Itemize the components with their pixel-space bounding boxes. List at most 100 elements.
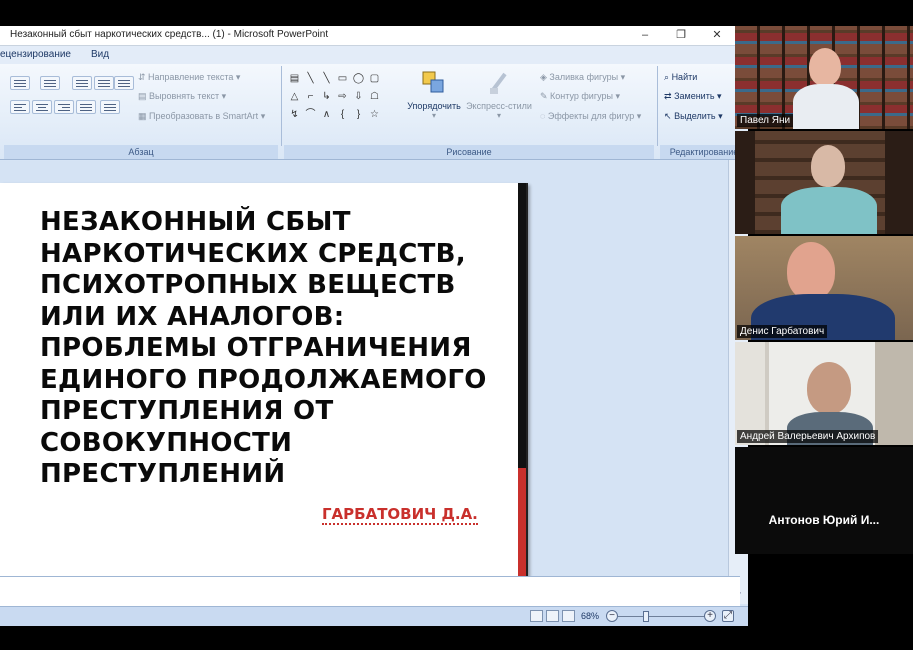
slide-editing-area[interactable]: НЕЗАКОННЫЙ СБЫТ НАРКОТИЧЕСКИХ СРЕДСТВ, П…: [0, 161, 740, 587]
zoom-out-icon[interactable]: −: [606, 610, 618, 622]
shape-outline-label: Контур фигуры: [550, 91, 613, 101]
quick-styles-label: Экспресс-стили: [466, 101, 532, 111]
participant-tile[interactable]: [735, 131, 913, 234]
shape-outline-button[interactable]: ✎ Контур фигуры ▾: [540, 91, 620, 102]
cursor-icon: ↖: [664, 111, 672, 121]
slide-title-line: НЕЗАКОННЫЙ СБЫТ: [40, 207, 351, 237]
line-spacing-button[interactable]: [114, 76, 134, 90]
select-label: Выделить: [674, 111, 716, 121]
line-shape-icon[interactable]: ╲: [320, 72, 333, 85]
zoom-slider[interactable]: [618, 616, 706, 617]
restore-button[interactable]: ❐: [670, 27, 692, 44]
participant-tile[interactable]: Андрей Валерьевич Архипов: [735, 342, 913, 445]
align-text-button[interactable]: ▤ Выровнять текст ▾: [138, 91, 226, 102]
powerpoint-window: Незаконный сбыт наркотических средств...…: [0, 26, 748, 626]
increase-indent-button[interactable]: [94, 76, 114, 90]
oval-shape-icon[interactable]: ◯: [352, 72, 365, 85]
connector-shape-icon[interactable]: ↳: [320, 90, 333, 103]
bullets-button[interactable]: [10, 76, 30, 90]
slide-canvas[interactable]: НЕЗАКОННЫЙ СБЫТ НАРКОТИЧЕСКИХ СРЕДСТВ, П…: [0, 183, 528, 587]
slide-title-line: ПРЕСТУПЛЕНИЯ ОТ: [40, 396, 334, 426]
slide-title-line: СОВОКУПНОСТИ: [40, 427, 293, 458]
freeform-shape-icon[interactable]: ∧: [320, 108, 333, 121]
smartart-label: Преобразовать в SmartArt: [149, 111, 259, 121]
rounded-rect-shape-icon[interactable]: ▢: [368, 72, 381, 85]
shape-fill-button[interactable]: ◈ Заливка фигуры ▾: [540, 72, 625, 83]
participant-tile[interactable]: Денис Гарбатович: [735, 236, 913, 340]
line-shape-icon[interactable]: ╲: [304, 72, 317, 85]
columns-button[interactable]: [100, 100, 120, 114]
callout-shape-icon[interactable]: ☖: [368, 90, 381, 103]
replace-label: Заменить: [674, 91, 715, 101]
arrange-label: Упорядочить: [407, 101, 461, 111]
text-direction-label: Направление текста: [148, 72, 234, 82]
rectangle-shape-icon[interactable]: ▭: [336, 72, 349, 85]
convert-smartart-button[interactable]: ▦ Преобразовать в SmartArt ▾: [138, 111, 265, 122]
star-shape-icon[interactable]: ☆: [368, 108, 381, 121]
zoom-slider-thumb[interactable]: [643, 611, 650, 622]
close-button[interactable]: ✕: [706, 27, 728, 44]
decrease-indent-button[interactable]: [72, 76, 92, 90]
slide-show-icon[interactable]: [562, 610, 575, 622]
align-left-button[interactable]: [10, 100, 30, 114]
numbering-button[interactable]: [40, 76, 60, 90]
slide-title-line: ПСИХОТРОПНЫХ ВЕЩЕСТВ: [40, 270, 456, 300]
slide-accent-red: [518, 468, 526, 587]
triangle-shape-icon[interactable]: △: [288, 90, 301, 103]
participants-panel: Павел Яни Денис Гарбатович Андрей Валерь…: [735, 26, 913, 554]
slide-accent-black: [518, 183, 526, 468]
down-arrow-shape-icon[interactable]: ⇩: [352, 90, 365, 103]
find-button[interactable]: ⌕ Найти: [664, 72, 697, 83]
slide-title-line: ПРЕСТУПЛЕНИЙ: [40, 459, 286, 489]
binoculars-icon: ⌕: [664, 72, 670, 82]
ribbon-separator: [657, 66, 658, 146]
slide-title-line: НАРКОТИЧЕСКИХ СРЕДСТВ,: [40, 238, 466, 269]
curve-shape-icon[interactable]: ⌒: [304, 108, 317, 121]
align-right-button[interactable]: [54, 100, 74, 114]
tab-view[interactable]: Вид: [91, 49, 109, 60]
justify-button[interactable]: [76, 100, 96, 114]
chevron-down-icon: ▾: [431, 111, 436, 120]
tab-review[interactable]: ецензирование: [0, 49, 71, 60]
slide-sorter-icon[interactable]: [546, 610, 559, 622]
zoom-level[interactable]: 68%: [581, 611, 599, 621]
arrange-button[interactable]: Упорядочить ▾: [404, 70, 464, 136]
replace-button[interactable]: ⇄ Заменить ▾: [664, 91, 722, 102]
connector-shape-icon[interactable]: ⌐: [304, 90, 317, 103]
brace-shape-icon[interactable]: }: [352, 108, 365, 121]
participant-name: Денис Гарбатович: [737, 325, 828, 338]
brace-shape-icon[interactable]: {: [336, 108, 349, 121]
slide-title-line: ЕДИНОГО ПРОДОЛЖАЕМОГО: [40, 364, 487, 395]
zoom-in-icon[interactable]: +: [704, 610, 716, 622]
slide-author[interactable]: ГАРБАТОВИЧ Д.А.: [322, 505, 478, 525]
quick-styles-button[interactable]: Экспресс-стили ▾: [464, 70, 534, 136]
replace-icon: ⇄: [664, 91, 672, 101]
find-label: Найти: [671, 72, 698, 82]
participant-name: Андрей Валерьевич Архипов: [737, 430, 879, 443]
participant-name: Антонов Юрий И...: [768, 513, 880, 527]
paragraph-group-label: Абзац: [4, 145, 278, 159]
shape-effects-label: Эффекты для фигур: [547, 111, 635, 121]
chevron-down-icon: ▾: [496, 111, 501, 120]
bent-arrow-shape-icon[interactable]: ↯: [288, 108, 301, 121]
participant-tile[interactable]: Павел Яни: [735, 26, 913, 129]
quick-styles-icon: [490, 72, 507, 94]
minimize-button[interactable]: ‒: [634, 27, 656, 44]
align-center-button[interactable]: [32, 100, 52, 114]
ribbon: ⇵ Направление текста ▾ ▤ Выровнять текст…: [0, 64, 748, 160]
text-box-shape-icon[interactable]: ▤: [288, 72, 301, 85]
select-button[interactable]: ↖ Выделить ▾: [664, 111, 723, 122]
right-arrow-shape-icon[interactable]: ⇨: [336, 90, 349, 103]
slide-title-line: ПРОБЛЕМЫ ОТГРАНИЧЕНИЯ: [40, 333, 472, 363]
fit-to-window-icon[interactable]: ⤢: [722, 610, 734, 622]
shapes-gallery[interactable]: ▤ ╲ ╲ ▭ ◯ ▢ △ ⌐ ↳ ⇨ ⇩ ☖ ↯ ⌒ ∧ { } ☆: [288, 72, 400, 138]
shape-effects-button[interactable]: ◌ Эффекты для фигур ▾: [540, 111, 641, 122]
align-text-label: Выровнять текст: [149, 91, 220, 101]
normal-view-icon[interactable]: [530, 610, 543, 622]
title-bar: Незаконный сбыт наркотических средств...…: [0, 26, 748, 46]
ribbon-tabs: ецензирование Вид: [0, 46, 748, 64]
slide-title[interactable]: НЕЗАКОННЫЙ СБЫТ НАРКОТИЧЕСКИХ СРЕДСТВ, П…: [40, 207, 510, 491]
participant-tile[interactable]: Антонов Юрий И...: [735, 447, 913, 554]
notes-pane[interactable]: [0, 576, 740, 606]
text-direction-button[interactable]: ⇵ Направление текста ▾: [138, 72, 240, 83]
